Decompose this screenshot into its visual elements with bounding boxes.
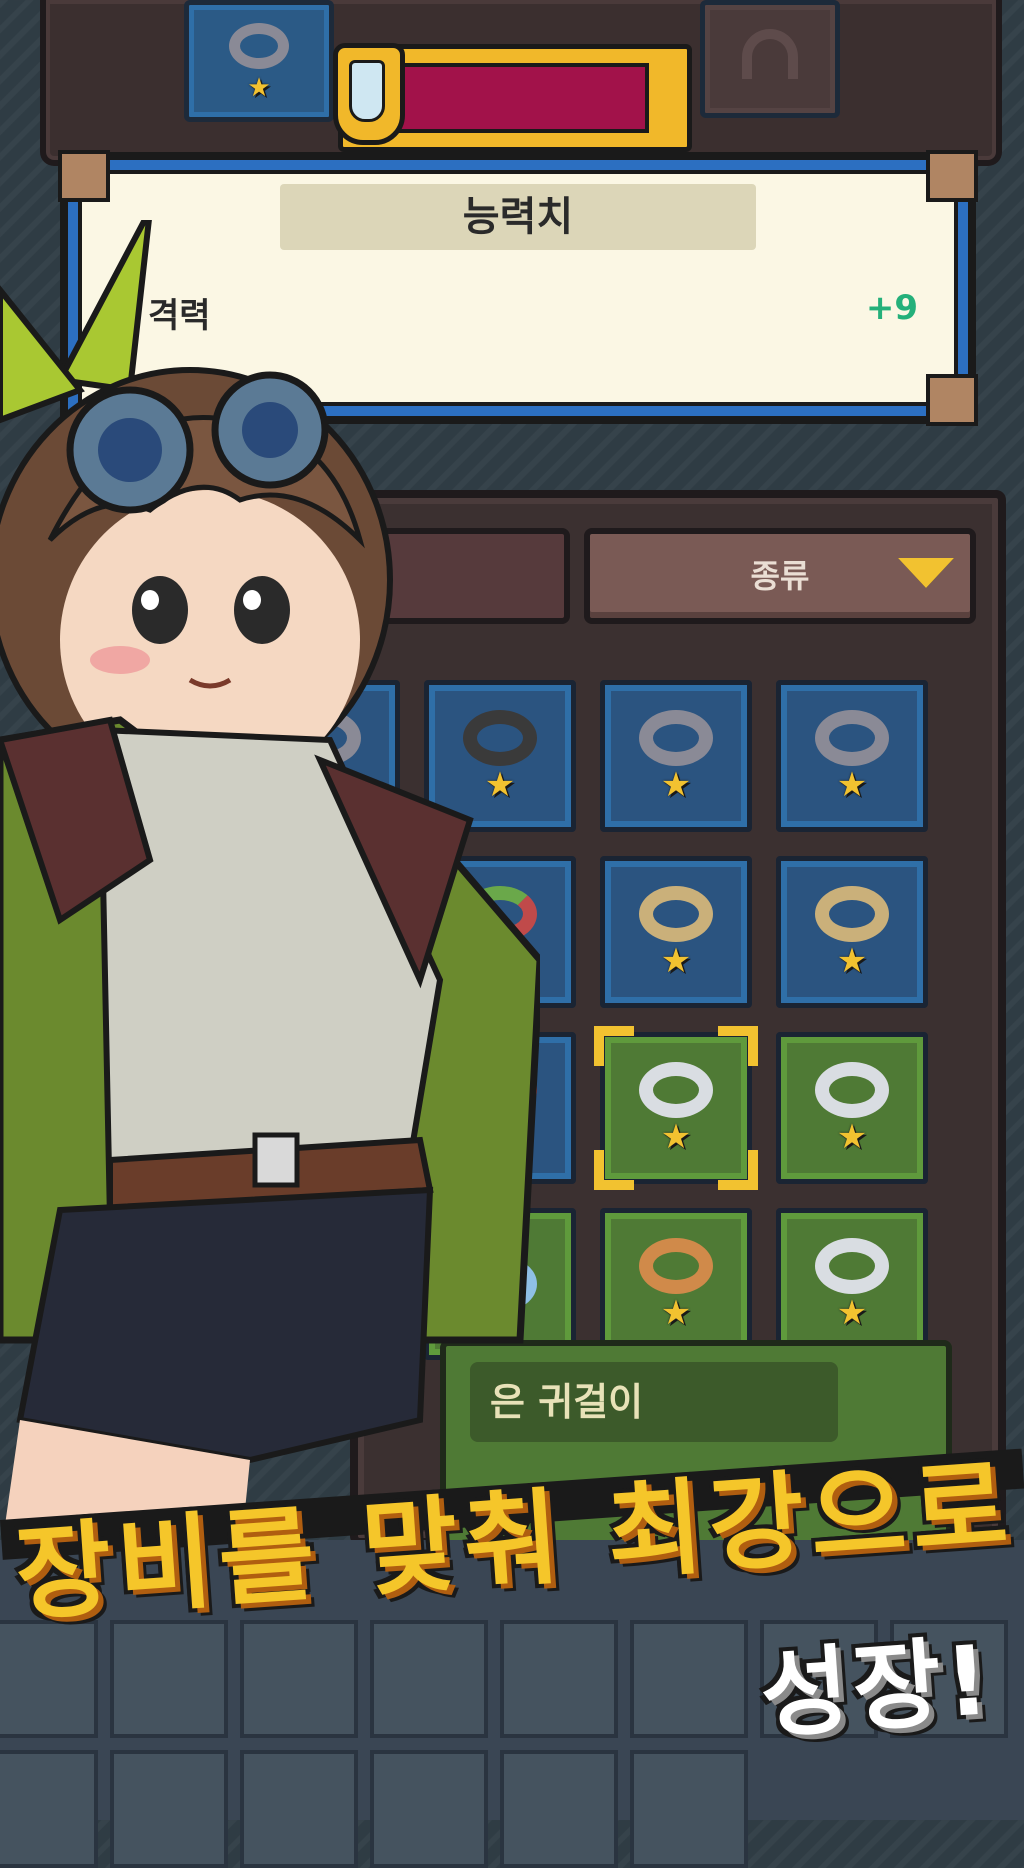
ring-icon — [639, 1238, 713, 1294]
shield-icon — [333, 43, 405, 145]
double-ring-icon — [815, 1062, 889, 1118]
corner-ornament — [926, 150, 978, 202]
double-ring-icon — [639, 1062, 713, 1118]
star-icon: ★ — [660, 1117, 692, 1157]
selection-corner — [718, 1150, 758, 1190]
star-icon: ★ — [660, 941, 692, 981]
inventory-cell[interactable]: ★ — [776, 1208, 928, 1360]
ring-icon — [815, 1238, 889, 1294]
gauge-fill — [385, 63, 649, 133]
star-icon: ★ — [836, 1293, 868, 1333]
inventory-cell[interactable]: ★ — [776, 1032, 928, 1184]
equipped-ring-slot[interactable]: ★ — [184, 0, 334, 122]
chevron-down-icon — [898, 558, 954, 588]
corner-ornament — [58, 150, 110, 202]
ring-icon: ★ — [229, 23, 289, 105]
star-icon: ★ — [660, 1293, 692, 1333]
ring-icon — [639, 710, 713, 766]
character-illustration — [0, 220, 540, 1560]
inventory-cell[interactable]: ★ — [600, 680, 752, 832]
selection-corner — [718, 1026, 758, 1066]
headline-line2: 성장! — [756, 1624, 997, 1752]
ring-icon — [815, 710, 889, 766]
ring-icon — [815, 886, 889, 942]
inventory-cell[interactable]: ★ — [600, 856, 752, 1008]
stat-value: +9 — [865, 288, 918, 328]
ring-icon — [639, 886, 713, 942]
type-filter-dropdown[interactable]: 종류 — [584, 528, 976, 624]
star-icon: ★ — [836, 1117, 868, 1157]
selection-corner — [594, 1026, 634, 1066]
corner-ornament — [926, 374, 978, 426]
inventory-cell[interactable]: ★ — [776, 856, 928, 1008]
star-icon: ★ — [836, 765, 868, 805]
selection-corner — [594, 1150, 634, 1190]
inventory-cell[interactable]: ★ — [600, 1208, 752, 1360]
inventory-cell[interactable]: ★ — [776, 680, 928, 832]
star-icon: ★ — [836, 941, 868, 981]
locked-slot-icon — [742, 29, 798, 79]
enhance-gauge — [333, 43, 692, 152]
star-icon: ★ — [660, 765, 692, 805]
empty-slot[interactable] — [700, 0, 840, 118]
